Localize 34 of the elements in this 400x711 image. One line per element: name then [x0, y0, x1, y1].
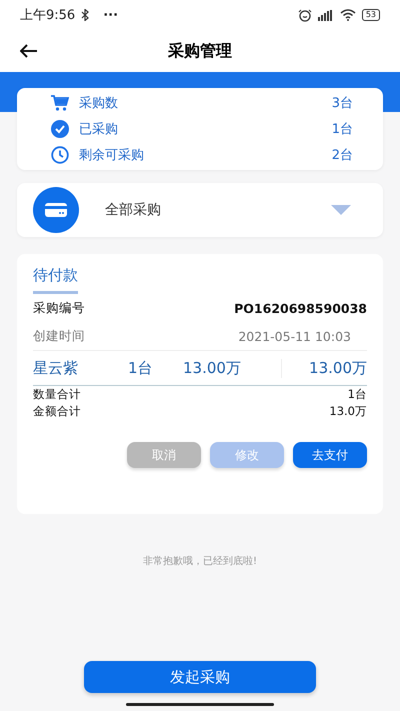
- battery-icon: 53: [362, 9, 380, 21]
- total-label: 数量合计: [33, 387, 81, 402]
- alarm-icon: [298, 8, 312, 22]
- signal-icon: [318, 10, 334, 20]
- product-total: 13.00万: [308, 358, 367, 378]
- filter-dropdown[interactable]: 全部采购: [17, 183, 383, 237]
- end-note: 非常抱歉哦，已经到底啦!: [142, 554, 258, 568]
- total-label: 金额合计: [33, 404, 81, 419]
- product-price: 13.00万: [183, 358, 282, 378]
- page-title: 采购管理: [168, 40, 232, 62]
- product-quantity: 1台: [128, 358, 154, 378]
- back-button[interactable]: [18, 42, 40, 60]
- start-purchase-button[interactable]: 发起采购: [84, 661, 316, 693]
- field-value: PO1620698590038: [234, 300, 367, 316]
- stat-value: 2台: [332, 147, 353, 164]
- total-value: 1台: [348, 387, 367, 402]
- action-button[interactable]: 去支付: [293, 442, 367, 468]
- caret-icon: [331, 205, 351, 215]
- card-icon: [33, 187, 79, 233]
- more-dots: ···: [103, 8, 118, 22]
- status-time: 上午9:56: [20, 7, 76, 24]
- bluetooth-icon: [81, 9, 90, 21]
- field-value: 2021-05-11 10:03: [238, 328, 351, 344]
- stat-label: 采购数: [79, 95, 119, 112]
- field-label: 创建时间: [33, 328, 85, 344]
- total-value: 13.0万: [329, 404, 367, 419]
- field-label: 采购编号: [33, 300, 85, 316]
- status-tab[interactable]: 待付款: [33, 264, 78, 294]
- wifi-icon: [340, 9, 356, 21]
- stat-label: 剩余可采购: [79, 147, 145, 164]
- stat-value: 1台: [332, 121, 353, 138]
- stat-value: 3台: [332, 95, 353, 112]
- stat-label: 已采购: [79, 121, 119, 138]
- product-name: 星云紫: [33, 358, 79, 378]
